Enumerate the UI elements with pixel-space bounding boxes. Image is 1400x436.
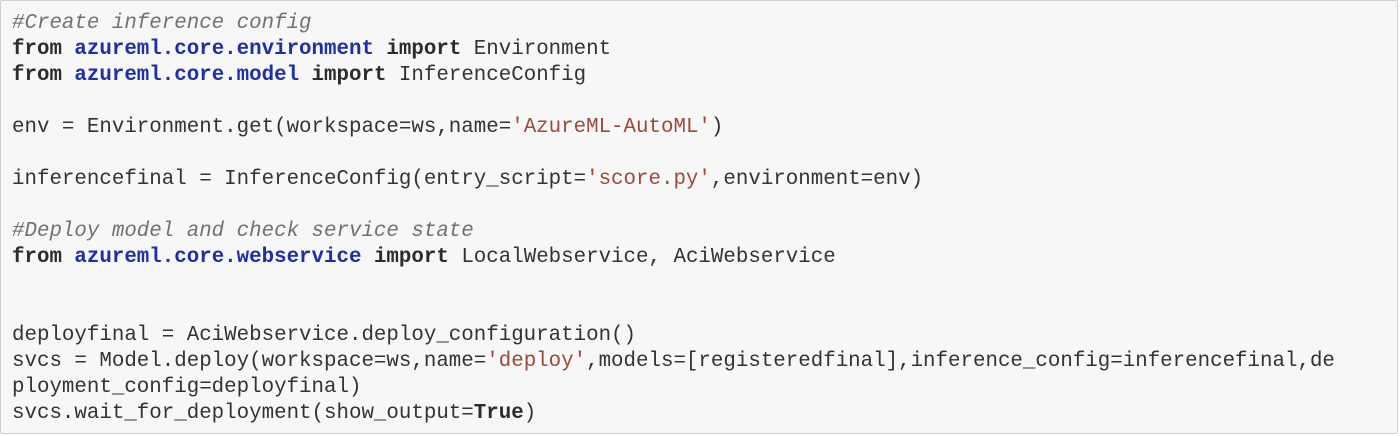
builtin-constant: True xyxy=(473,402,524,425)
code-text: deployfinal = AciWebservice.deploy_confi… xyxy=(12,324,637,347)
code-line-2: from azureml.core.environment import Env… xyxy=(12,37,1335,63)
imported-name: InferenceConfig xyxy=(398,64,587,87)
module-name: azureml.core.environment xyxy=(74,38,374,61)
code-text: ) xyxy=(523,402,537,425)
imported-name: LocalWebservice, AciWebservice xyxy=(461,246,836,269)
code-text: ,models=[registeredfinal],inference_conf… xyxy=(586,350,1335,373)
code-text: env = Environment.get(workspace=ws,name= xyxy=(12,116,512,139)
string-literal: 'AzureML-AutoML' xyxy=(511,116,711,139)
code-text: ) xyxy=(710,116,724,139)
code-line-14: svcs = Model.deploy(workspace=ws,name='d… xyxy=(12,349,1335,375)
string-literal: 'deploy' xyxy=(486,350,587,373)
keyword-from: from xyxy=(12,64,62,87)
module-name: azureml.core.model xyxy=(74,64,300,87)
code-text: ployment_config=deployfinal) xyxy=(12,376,362,399)
keyword-from: from xyxy=(12,38,62,61)
code-line-1: #Create inference config xyxy=(12,11,1335,37)
comment: #Create inference config xyxy=(12,12,312,35)
keyword-import: import xyxy=(386,38,462,61)
code-line-9: #Deploy model and check service state xyxy=(12,219,1335,245)
keyword-import: import xyxy=(311,64,387,87)
comment: #Deploy model and check service state xyxy=(12,220,474,243)
code-text: inferencefinal = InferenceConfig(entry_s… xyxy=(12,168,587,191)
module-name: azureml.core.webservice xyxy=(74,246,362,269)
code-line-16: svcs.wait_for_deployment(show_output=Tru… xyxy=(12,401,1335,427)
code-block: #Create inference config from azureml.co… xyxy=(12,11,1335,427)
code-line-13: deployfinal = AciWebservice.deploy_confi… xyxy=(12,323,1335,349)
code-cell[interactable]: #Create inference config from azureml.co… xyxy=(0,0,1398,434)
code-text: ,environment=env) xyxy=(710,168,924,191)
code-line-5: env = Environment.get(workspace=ws,name=… xyxy=(12,115,1335,141)
code-line-7: inferencefinal = InferenceConfig(entry_s… xyxy=(12,167,1335,193)
string-literal: 'score.py' xyxy=(586,168,711,191)
imported-name: Environment xyxy=(473,38,612,61)
keyword-from: from xyxy=(12,246,62,269)
keyword-import: import xyxy=(373,246,449,269)
code-line-3: from azureml.core.model import Inference… xyxy=(12,63,1335,89)
code-text: svcs.wait_for_deployment(show_output= xyxy=(12,402,474,425)
code-line-10: from azureml.core.webservice import Loca… xyxy=(12,245,1335,271)
code-text: svcs = Model.deploy(workspace=ws,name= xyxy=(12,350,487,373)
code-line-15: ployment_config=deployfinal) xyxy=(12,375,1335,401)
